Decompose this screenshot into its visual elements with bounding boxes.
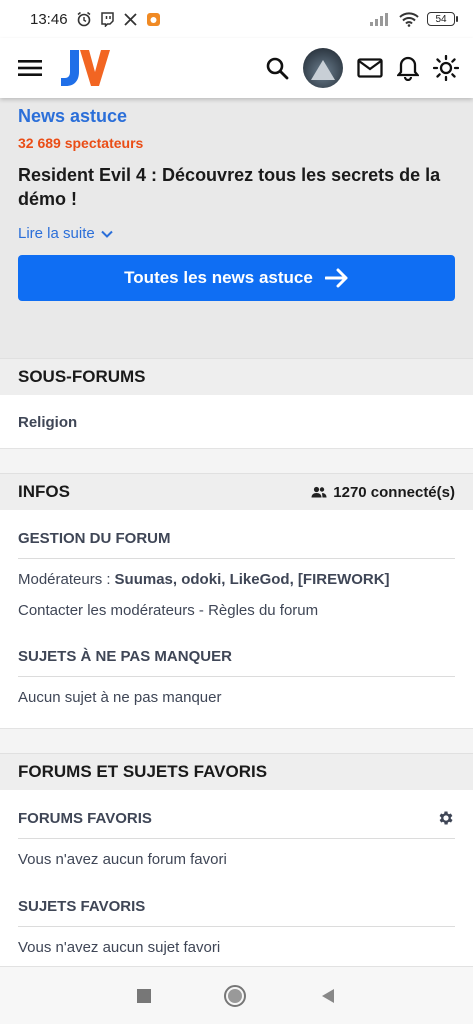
moderators-row: Modérateurs : Suumas, odoki, LikeGod, [F… xyxy=(18,568,455,590)
all-news-button[interactable]: Toutes les news astuce xyxy=(18,255,455,301)
search-icon[interactable] xyxy=(265,56,289,80)
subforums-title: SOUS-FORUMS xyxy=(18,367,146,386)
app-notification-icon xyxy=(146,12,160,26)
signal-icon xyxy=(370,13,388,26)
divider xyxy=(18,676,455,677)
bell-icon[interactable] xyxy=(397,55,419,81)
favorite-forums-heading: FORUMS FAVORIS xyxy=(18,807,455,829)
news-viewers: 32 689 spectateurs xyxy=(18,135,144,151)
favorites-header: FORUMS ET SUJETS FAVORIS xyxy=(0,753,473,790)
all-news-label: Toutes les news astuce xyxy=(124,268,313,287)
favorite-forums-empty: Vous n'avez aucun forum favori xyxy=(18,850,227,868)
alarm-icon xyxy=(77,11,91,27)
battery-indicator: 54 xyxy=(427,12,458,26)
news-title[interactable]: Resident Evil 4 : Découvrez tous les sec… xyxy=(18,163,455,211)
contact-moderators-link[interactable]: Contacter les modérateurs - Règles du fo… xyxy=(18,599,455,621)
home-circle-icon[interactable] xyxy=(223,984,247,1008)
theme-sun-icon[interactable] xyxy=(433,55,459,81)
mail-icon[interactable] xyxy=(357,58,383,78)
infos-header: INFOS 1270 connecté(s) xyxy=(0,473,473,510)
arrow-right-icon xyxy=(324,268,348,288)
management-heading: GESTION DU FORUM xyxy=(18,529,171,547)
users-icon xyxy=(311,486,327,498)
read-more-label: Lire la suite xyxy=(18,225,95,242)
read-more-link[interactable]: Lire la suite xyxy=(18,225,455,242)
must-see-heading: SUJETS À NE PAS MANQUER xyxy=(18,647,232,665)
user-avatar[interactable] xyxy=(303,48,343,88)
gear-icon[interactable] xyxy=(437,809,455,827)
connected-label: 1270 connecté(s) xyxy=(333,483,455,501)
chevron-down-icon xyxy=(101,230,113,238)
subforums-header: SOUS-FORUMS xyxy=(0,358,473,395)
news-card: News astuce 32 689 spectateurs Resident … xyxy=(0,98,473,358)
app-header xyxy=(0,38,473,98)
divider xyxy=(18,558,455,559)
jv-logo[interactable] xyxy=(58,48,110,88)
divider xyxy=(18,926,455,927)
recents-square-icon[interactable] xyxy=(136,988,152,1004)
back-triangle-icon[interactable] xyxy=(319,987,337,1005)
tools-icon xyxy=(123,12,137,26)
twitch-icon xyxy=(100,11,114,27)
favorites-title: FORUMS ET SUJETS FAVORIS xyxy=(18,762,268,781)
news-kicker[interactable]: News astuce xyxy=(18,106,455,127)
connected-count: 1270 connecté(s) xyxy=(311,484,455,501)
section-spacer xyxy=(0,448,473,473)
jv-logo-mark xyxy=(61,50,110,86)
subforum-item-religion[interactable]: Religion xyxy=(18,410,455,434)
status-time: 13:46 xyxy=(30,10,68,28)
moderators-label: Modérateurs : xyxy=(18,570,111,588)
divider xyxy=(18,838,455,839)
must-see-empty: Aucun sujet à ne pas manquer xyxy=(18,688,222,706)
favorite-topics-empty: Vous n'avez aucun sujet favori xyxy=(18,938,221,956)
infos-title: INFOS xyxy=(18,482,70,501)
subforum-label: Religion xyxy=(18,413,78,431)
favorite-forums-label: FORUMS FAVORIS xyxy=(18,809,152,827)
system-nav-bar xyxy=(0,966,473,1024)
favorite-topics-heading: SUJETS FAVORIS xyxy=(18,897,146,915)
moderators-list[interactable]: Suumas, odoki, LikeGod, [FIREWORK] xyxy=(115,571,390,588)
menu-icon[interactable] xyxy=(18,58,42,78)
wifi-icon xyxy=(399,11,419,27)
section-spacer xyxy=(0,728,473,753)
status-bar: 13:46 54 xyxy=(0,0,473,38)
